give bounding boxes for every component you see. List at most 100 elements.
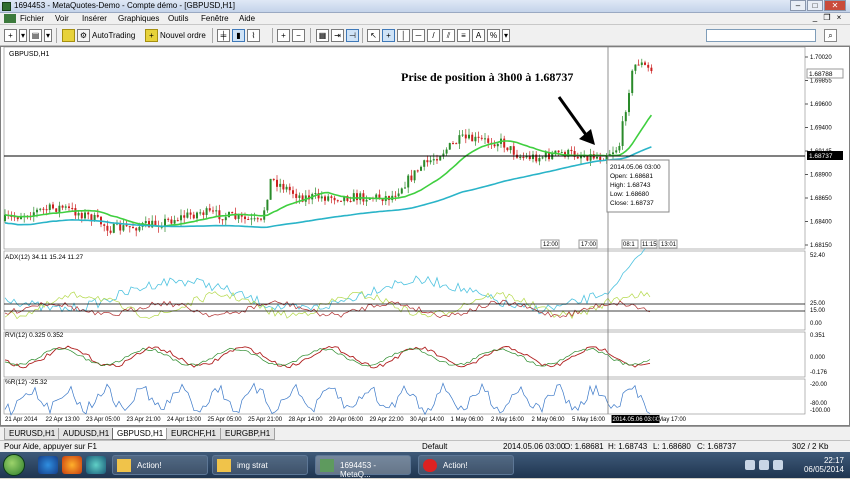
zoom-in-icon[interactable]: + xyxy=(277,29,290,42)
app-icon xyxy=(2,2,11,11)
app-pin-icon[interactable] xyxy=(86,456,106,474)
crosshair-icon[interactable]: + xyxy=(382,29,395,42)
task-metaquotes-label: 1694453 - MetaQ... xyxy=(340,461,377,479)
chart-window[interactable]: 1.700201.698551.696001.694001.691451.689… xyxy=(0,46,850,426)
autotrading-button[interactable]: AutoTrading xyxy=(92,31,135,40)
tray-icon-1[interactable] xyxy=(745,460,755,470)
candle-body xyxy=(52,204,54,209)
mdi-close-button[interactable]: × xyxy=(834,13,844,23)
tray-icon-2[interactable] xyxy=(759,460,769,470)
tray-icon-3[interactable] xyxy=(773,460,783,470)
ie-icon[interactable] xyxy=(38,456,58,474)
candle-body xyxy=(298,195,301,198)
menu-inserer[interactable]: Insérer xyxy=(82,14,107,23)
session-label-5: 13:01 xyxy=(661,242,677,248)
horizontal-line-icon[interactable]: ─ xyxy=(412,29,425,42)
title-bar: 1694453 - MetaQuotes-Demo - Compte démo … xyxy=(0,0,850,13)
task-img-strat[interactable]: img strat xyxy=(212,455,308,475)
new-order-icon[interactable]: + xyxy=(145,29,158,42)
candle-body xyxy=(272,178,275,180)
candle-body xyxy=(471,134,474,142)
task-action-1[interactable]: Action! xyxy=(112,455,208,475)
session-label-3: 08:1 xyxy=(623,242,635,248)
candle-body xyxy=(410,175,413,181)
new-chart-icon[interactable]: + xyxy=(4,29,17,42)
firefox-icon[interactable] xyxy=(62,456,82,474)
rvi-tick-label: 0.000 xyxy=(810,355,826,361)
candle-body xyxy=(580,156,582,159)
time-axis-label: 23 Apr 05:00 xyxy=(86,417,121,423)
new-order-button[interactable]: Nouvel ordre xyxy=(160,31,206,40)
tab-audusd[interactable]: AUDUSD,H1 xyxy=(58,428,115,440)
task-action-2[interactable]: Action! xyxy=(418,455,514,475)
profiles-icon[interactable]: ▤ xyxy=(29,29,42,42)
candle-body xyxy=(432,159,435,161)
minimize-button[interactable]: – xyxy=(790,0,806,11)
tab-eurusd[interactable]: EURUSD,H1 xyxy=(4,428,61,440)
profiles-dropdown-icon[interactable]: ▾ xyxy=(44,29,52,42)
tile-windows-icon[interactable]: ▦ xyxy=(316,29,329,42)
wpr-tick-label: -80.00 xyxy=(810,401,828,407)
text-tool-icon[interactable]: A xyxy=(472,29,485,42)
market-watch-icon[interactable] xyxy=(62,29,75,42)
menu-fenetre[interactable]: Fenêtre xyxy=(201,14,229,23)
candle-body xyxy=(458,135,461,144)
candle-body xyxy=(247,219,250,221)
candle-body xyxy=(183,215,186,218)
mdi-minimize-button[interactable]: _ xyxy=(810,13,820,23)
clock[interactable]: 22:17 06/05/2014 xyxy=(804,456,844,474)
candle-body xyxy=(244,216,246,220)
candle-body xyxy=(624,112,627,122)
price-chart[interactable]: 1.700201.698551.696001.694001.691451.689… xyxy=(1,46,849,425)
candle-body xyxy=(404,187,406,189)
menu-aide[interactable]: Aide xyxy=(239,14,255,23)
candle-body xyxy=(39,208,42,210)
autotrading-icon[interactable]: ⚙ xyxy=(77,29,90,42)
candle-body xyxy=(455,143,458,145)
candle-body xyxy=(253,218,256,220)
menu-fichier[interactable]: Fichier xyxy=(20,14,44,23)
adx-tick-label: 0.00 xyxy=(810,321,822,327)
menu-graphiques[interactable]: Graphiques xyxy=(118,14,159,23)
window-title: 1694453 - MetaQuotes-Demo - Compte démo … xyxy=(14,1,235,10)
chart-shift-icon[interactable]: ⊣ xyxy=(346,29,359,42)
maximize-button[interactable]: □ xyxy=(807,0,823,11)
candle-body xyxy=(340,200,342,202)
menu-voir[interactable]: Voir xyxy=(55,14,69,23)
ohlc-tooltip: 2014.05.06 03:00 Open: 1.68681 High: 1.6… xyxy=(606,159,670,213)
tab-gbpusd[interactable]: GBPUSD,H1 xyxy=(112,428,169,440)
search-icon[interactable]: ⌕ xyxy=(824,29,837,42)
fibonacci-icon[interactable]: ≡ xyxy=(457,29,470,42)
candle-body xyxy=(596,156,598,159)
zoom-out-icon[interactable]: − xyxy=(292,29,305,42)
cursor-icon[interactable]: ↖ xyxy=(367,29,380,42)
tooltip-low: Low: 1.68680 xyxy=(610,191,649,198)
vertical-line-icon[interactable]: │ xyxy=(397,29,410,42)
task-metaquotes[interactable]: 1694453 - MetaQ... xyxy=(315,455,411,479)
line-chart-icon[interactable]: ⌇ xyxy=(247,29,260,42)
chart-menu-icon[interactable] xyxy=(4,14,16,23)
time-axis-label: 2 May 16:00 xyxy=(491,417,525,423)
menu-bar: Fichier Voir Insérer Graphiques Outils F… xyxy=(0,13,850,25)
candle-body xyxy=(570,149,573,152)
trendline-icon[interactable]: / xyxy=(427,29,440,42)
autoscroll-icon[interactable]: ⇥ xyxy=(331,29,344,42)
menu-outils[interactable]: Outils xyxy=(168,14,188,23)
tab-eurchf[interactable]: EURCHF,H1 xyxy=(166,428,221,440)
bar-chart-icon[interactable]: ╪ xyxy=(217,29,230,42)
search-input[interactable] xyxy=(707,30,803,41)
channel-icon[interactable]: ⫽ xyxy=(442,29,455,42)
task-action-2-label: Action! xyxy=(443,461,468,470)
search-field[interactable] xyxy=(706,29,816,42)
dropdown-icon[interactable]: ▾ xyxy=(19,29,27,42)
candle-body xyxy=(285,186,288,190)
start-button[interactable] xyxy=(3,454,25,476)
candle-body xyxy=(509,146,512,151)
candlestick-icon[interactable]: ▮ xyxy=(232,29,245,42)
mdi-restore-button[interactable]: ❐ xyxy=(822,13,832,23)
time-axis-label: 1 May 06:00 xyxy=(451,417,485,423)
shapes-icon[interactable]: % xyxy=(487,29,500,42)
close-button[interactable]: ✕ xyxy=(824,0,846,11)
shapes-dropdown-icon[interactable]: ▾ xyxy=(502,29,510,42)
tab-eurgbp[interactable]: EURGBP,H1 xyxy=(220,428,276,440)
